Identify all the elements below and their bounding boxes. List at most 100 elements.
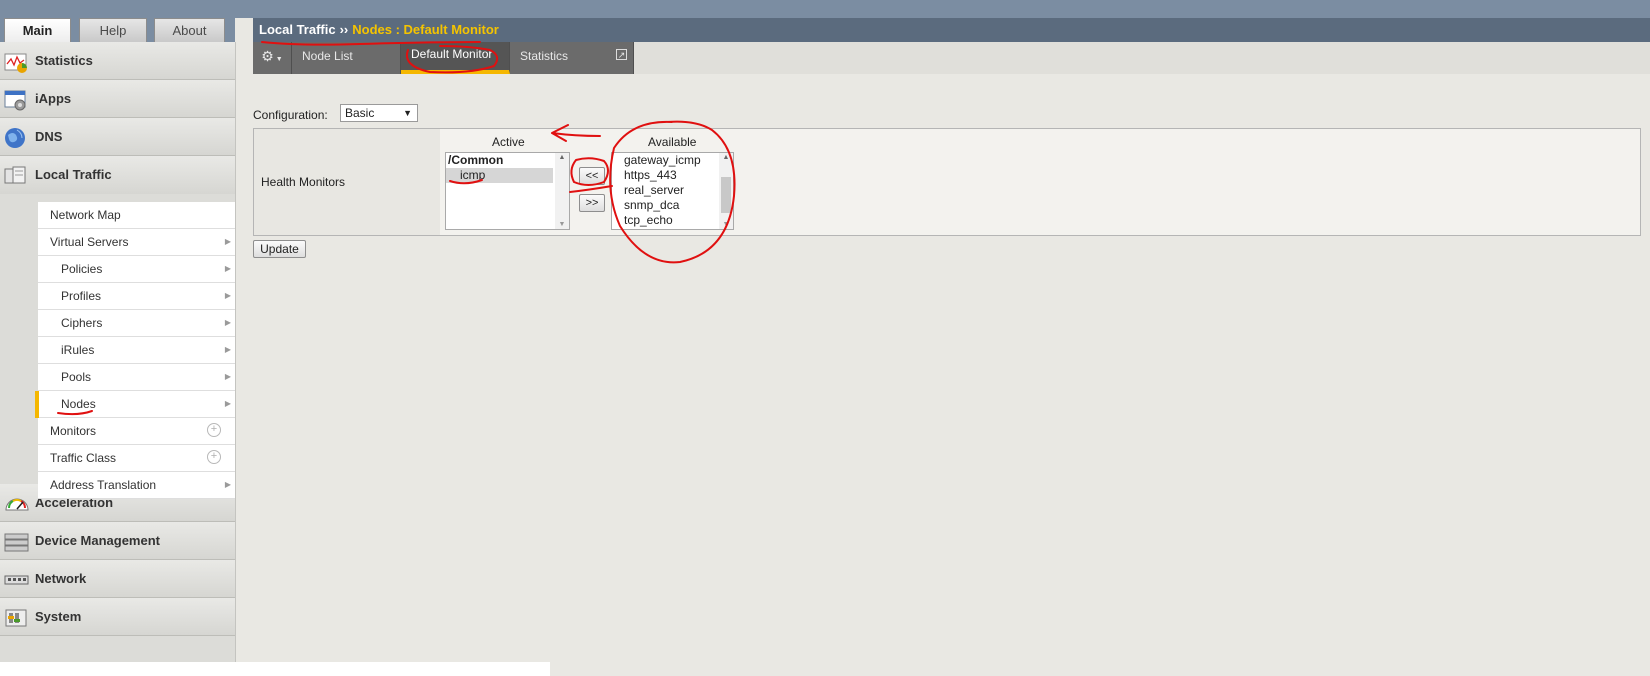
network-switch-icon bbox=[4, 568, 29, 590]
health-monitors-selector: Active /Common icmp ▲ ▼ << >> Available … bbox=[440, 129, 1640, 235]
sidebar-item-ciphers[interactable]: Ciphers ▶ bbox=[38, 310, 235, 337]
nav-device-management[interactable]: Device Management bbox=[0, 522, 235, 560]
iapps-window-gear-icon bbox=[4, 88, 26, 111]
sidebar-item-label: Monitors bbox=[50, 424, 97, 438]
move-to-active-button[interactable]: << bbox=[579, 167, 605, 185]
breadcrumb-current: Nodes : Default Monitor bbox=[352, 22, 499, 37]
sidebar-item-pools[interactable]: Pools ▶ bbox=[38, 364, 235, 391]
available-header: Available bbox=[648, 135, 697, 149]
scroll-down-icon[interactable]: ▼ bbox=[555, 221, 569, 228]
content-tabs: ⚙ ▼ Node List Default Monitor Statistics… bbox=[253, 42, 1650, 74]
available-list-scrollbar[interactable]: ▲ ▼ bbox=[719, 153, 733, 229]
tab-about[interactable]: About bbox=[154, 18, 225, 42]
nav-iapps[interactable]: iApps bbox=[0, 80, 235, 118]
nav-system[interactable]: System bbox=[0, 598, 235, 636]
tab-default-monitor[interactable]: Default Monitor bbox=[401, 42, 510, 74]
configuration-label: Configuration: bbox=[253, 108, 328, 122]
sidebar-item-irules[interactable]: iRules ▶ bbox=[38, 337, 235, 364]
breadcrumb-section[interactable]: Local Traffic bbox=[259, 22, 336, 37]
chevron-right-icon: ▶ bbox=[224, 264, 231, 273]
scrollbar-thumb[interactable] bbox=[721, 177, 731, 213]
sidebar-item-label: iRules bbox=[61, 343, 95, 357]
add-monitor-plus-icon[interactable]: + bbox=[207, 423, 221, 437]
tab-help[interactable]: Help bbox=[79, 18, 147, 42]
red-annotation-overlay bbox=[57, 41, 736, 416]
statistics-chart-icon bbox=[4, 50, 27, 73]
scroll-up-icon[interactable]: ▲ bbox=[555, 154, 569, 161]
chevron-down-icon: ▼ bbox=[273, 56, 283, 63]
scroll-up-icon[interactable]: ▲ bbox=[719, 154, 733, 161]
sidebar-item-label: Network Map bbox=[50, 208, 121, 222]
move-to-available-button[interactable]: >> bbox=[579, 194, 605, 212]
nav-device-management-label: Device Management bbox=[35, 533, 160, 548]
nav-dns[interactable]: DNS bbox=[0, 118, 235, 156]
chevron-right-icon: ▶ bbox=[224, 480, 231, 489]
bottom-strip bbox=[0, 662, 550, 676]
nav-iapps-label: iApps bbox=[35, 91, 72, 106]
sidebar-item-virtual-servers[interactable]: Virtual Servers ▶ bbox=[38, 229, 235, 256]
chevron-right-icon: ▶ bbox=[224, 372, 231, 381]
sidebar-item-traffic-class[interactable]: Traffic Class + bbox=[38, 445, 235, 472]
available-item[interactable]: https_443 bbox=[612, 168, 733, 183]
configuration-select[interactable]: Basic ▼ bbox=[340, 104, 418, 122]
sidebar-item-label: Pools bbox=[61, 370, 92, 384]
active-group-common: /Common bbox=[448, 153, 504, 167]
sidebar-item-label: Nodes bbox=[61, 397, 96, 411]
sidebar-item-label: Virtual Servers bbox=[50, 235, 129, 249]
nav-statistics[interactable]: Statistics bbox=[0, 42, 235, 80]
add-traffic-class-plus-icon[interactable]: + bbox=[207, 450, 221, 464]
chevron-right-icon: ▶ bbox=[224, 318, 231, 327]
top-bar bbox=[0, 0, 1650, 18]
nav-network[interactable]: Network bbox=[0, 560, 235, 598]
health-monitors-table: Health Monitors Active /Common icmp ▲ ▼ … bbox=[253, 128, 1641, 236]
active-header: Active bbox=[492, 135, 525, 149]
nav-local-traffic-label: Local Traffic bbox=[35, 167, 112, 182]
dropdown-arrow-icon: ▼ bbox=[403, 108, 412, 118]
nav-system-label: System bbox=[35, 609, 82, 624]
available-item[interactable]: tcp_echo bbox=[612, 213, 733, 228]
local-traffic-icon bbox=[4, 164, 26, 186]
available-item[interactable]: gateway_icmp bbox=[612, 153, 733, 168]
sidebar-item-label: Profiles bbox=[61, 289, 102, 303]
health-monitors-label-cell: Health Monitors bbox=[254, 129, 441, 235]
update-button[interactable]: Update bbox=[253, 240, 306, 258]
nav-statistics-label: Statistics bbox=[35, 53, 93, 68]
tab-statistics-label: Statistics bbox=[520, 49, 569, 63]
tab-statistics[interactable]: Statistics ↗ bbox=[510, 42, 634, 74]
gear-menu-button[interactable]: ⚙ ▼ bbox=[253, 42, 292, 74]
sidebar-item-address-translation[interactable]: Address Translation ▶ bbox=[38, 472, 235, 499]
system-settings-icon bbox=[4, 606, 27, 628]
scroll-down-icon[interactable]: ▼ bbox=[719, 221, 733, 228]
chevron-right-icon: ▶ bbox=[224, 345, 231, 354]
nav-local-traffic[interactable]: Local Traffic bbox=[0, 156, 235, 194]
dns-globe-icon bbox=[4, 126, 26, 148]
health-monitors-label: Health Monitors bbox=[261, 175, 346, 189]
sidebar-item-network-map[interactable]: Network Map bbox=[38, 202, 235, 229]
available-item[interactable]: real_server bbox=[612, 183, 733, 198]
local-traffic-submenu: Network Map Virtual Servers ▶ Policies ▶ P… bbox=[35, 202, 235, 499]
nav-dns-label: DNS bbox=[35, 129, 63, 144]
device-management-server-icon bbox=[4, 530, 29, 552]
available-item[interactable]: snmp_dca bbox=[612, 198, 733, 213]
sidebar-item-profiles[interactable]: Profiles ▶ bbox=[38, 283, 235, 310]
sidebar-item-monitors[interactable]: Monitors + bbox=[38, 418, 235, 445]
chevron-right-icon: ▶ bbox=[224, 399, 231, 408]
sidebar-item-policies[interactable]: Policies ▶ bbox=[38, 256, 235, 283]
nav-network-label: Network bbox=[35, 571, 87, 586]
sidebar-item-label: Traffic Class bbox=[50, 451, 117, 465]
sidebar-item-nodes[interactable]: Nodes ▶ bbox=[35, 391, 235, 418]
chevron-right-icon: ▶ bbox=[224, 237, 231, 246]
active-list-scrollbar[interactable]: ▲ ▼ bbox=[555, 153, 569, 229]
active-item-icmp[interactable]: icmp bbox=[446, 168, 553, 183]
breadcrumb: Local Traffic ›› Nodes : Default Monitor bbox=[253, 18, 1650, 42]
sidebar-item-label: Address Translation bbox=[50, 478, 157, 492]
acceleration-gauge-icon bbox=[4, 492, 29, 514]
active-monitors-list[interactable]: /Common icmp ▲ ▼ bbox=[445, 152, 570, 230]
tab-node-list[interactable]: Node List bbox=[292, 42, 401, 74]
configuration-select-value: Basic bbox=[345, 106, 375, 120]
available-monitors-list[interactable]: gateway_icmp https_443 real_server snmp_… bbox=[611, 152, 734, 230]
tab-main[interactable]: Main bbox=[4, 18, 71, 42]
sidebar-item-label: Policies bbox=[61, 262, 103, 276]
chevron-right-icon: ▶ bbox=[224, 291, 231, 300]
external-link-icon[interactable]: ↗ bbox=[616, 49, 627, 60]
